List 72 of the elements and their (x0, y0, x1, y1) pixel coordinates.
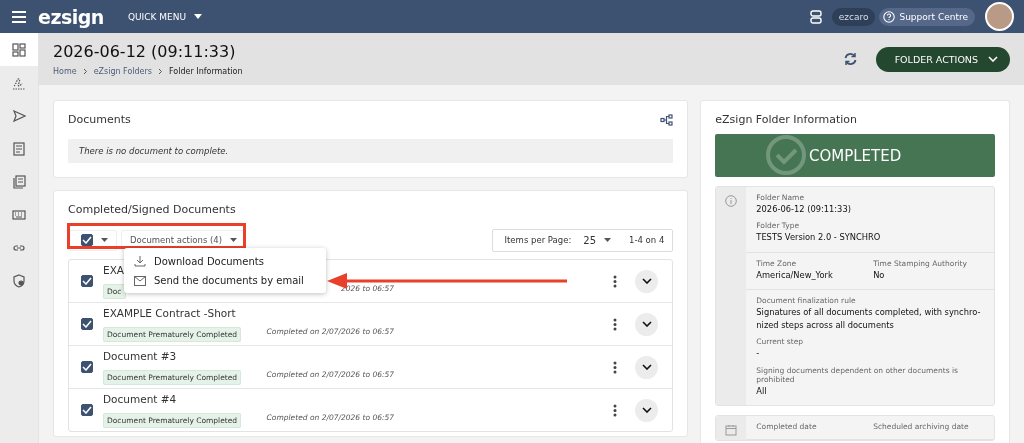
expand-button[interactable] (635, 355, 659, 379)
card-title: Completed/Signed Documents (68, 203, 236, 216)
items-per-page-label: Items per Page: (504, 235, 572, 245)
more-icon[interactable] (613, 403, 618, 417)
folder-actions-button[interactable]: FOLDER ACTIONS (875, 46, 1010, 72)
field-value: Signatures of all documents completed, with synchro-nized steps across all documents (756, 306, 982, 332)
help-icon (883, 10, 896, 23)
checkbox[interactable] (81, 404, 93, 416)
robot-icon[interactable] (809, 9, 822, 24)
sidebar-item[interactable] (0, 33, 38, 66)
quick-menu-button[interactable]: QUICK MENU (127, 11, 203, 22)
page-title: 2026-06-12 (09:11:33) (53, 42, 237, 61)
signature-icon (12, 75, 26, 90)
more-icon[interactable] (613, 274, 618, 288)
card-title: eZsign Folder Information (715, 113, 858, 126)
info-icon (725, 195, 738, 207)
download-icon (134, 255, 146, 267)
document-title: Document #4 (103, 393, 178, 405)
caret-icon (194, 14, 203, 19)
menu-item[interactable]: Download Documents (124, 251, 326, 271)
expand-button[interactable] (635, 269, 659, 293)
checkbox[interactable] (81, 318, 93, 330)
field-value: 2026-06-12 (09:11:33) (756, 203, 852, 216)
page-range: 1-4 on 4 (629, 235, 665, 245)
document-title: Document #3 (103, 350, 178, 362)
card-title: Documents (68, 113, 131, 126)
document-icon (12, 141, 26, 156)
refresh-icon[interactable] (842, 52, 858, 66)
chevron-down-icon (641, 407, 652, 413)
breadcrumb-link[interactable]: eZsign Folders (93, 67, 152, 76)
avatar[interactable] (985, 2, 1014, 31)
logo[interactable]: ezsign (38, 5, 104, 28)
send-icon (12, 108, 26, 123)
chevron-icon (158, 68, 163, 75)
chevron-down-icon (641, 278, 652, 284)
caret-icon (230, 238, 238, 242)
dashboard-icon (12, 42, 26, 57)
checkbox[interactable] (81, 361, 93, 373)
expand-button[interactable] (635, 398, 659, 422)
chevron-down-icon (988, 56, 998, 62)
menu-item[interactable]: Send the documents by email (124, 271, 326, 290)
documents-icon (12, 174, 26, 189)
caret-icon (604, 238, 611, 242)
shield-icon (12, 273, 26, 288)
check-circle-icon (765, 134, 808, 176)
more-icon[interactable] (613, 360, 618, 374)
checkbox[interactable] (81, 234, 93, 246)
chevron-down-icon (641, 321, 652, 327)
expand-button[interactable] (635, 312, 659, 336)
username-badge[interactable]: ezcaro (831, 7, 876, 26)
calendar-icon (725, 424, 738, 437)
caret-icon (101, 238, 108, 242)
diagram-icon[interactable] (660, 113, 674, 126)
status-text: COMPLETED (809, 146, 902, 165)
document-title: EXAMPLE Contract -Short (103, 307, 237, 319)
breadcrumb-link[interactable]: Home (53, 67, 77, 76)
chevron-down-icon (641, 364, 652, 370)
envelope-icon (134, 275, 146, 286)
items-per-page-select[interactable]: 25 (583, 234, 611, 246)
empty-message: There is no document to complete. (68, 139, 674, 163)
document-title: EXA (103, 264, 125, 276)
field-value: No (873, 268, 886, 282)
field-value: All (756, 384, 768, 398)
keyboard-icon (12, 207, 26, 222)
field-value: America/New_York (756, 268, 834, 282)
checkbox[interactable] (81, 275, 93, 287)
more-icon[interactable] (613, 317, 618, 331)
chevron-icon (82, 68, 88, 75)
field-value: TESTS Version 2.0 - SYNCHRO (756, 231, 882, 244)
field-value: - (756, 347, 761, 360)
menu-icon[interactable] (12, 10, 26, 23)
support-button[interactable]: Support Centre (879, 7, 975, 26)
